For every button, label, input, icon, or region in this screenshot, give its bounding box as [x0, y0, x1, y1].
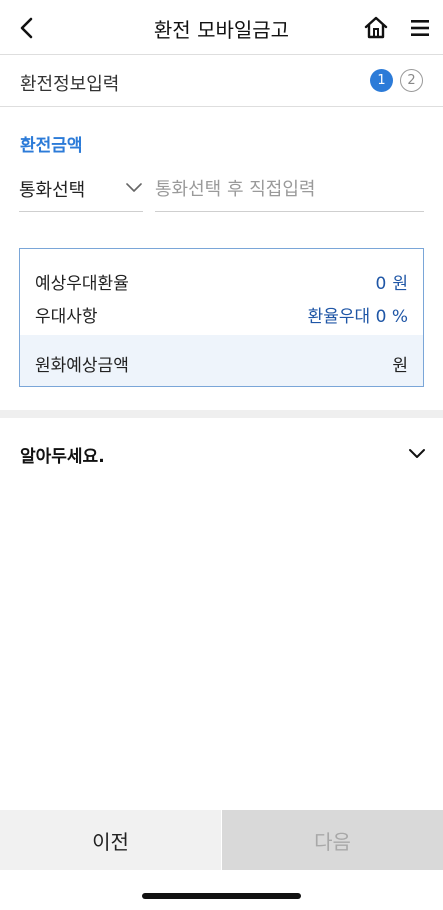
- amount-input[interactable]: [155, 167, 424, 212]
- expected-rate-unit: 원: [392, 274, 408, 294]
- exchange-summary-box: 예상우대환율 0원 우대사항 환율우대 0 % 원화예상금액 원: [19, 248, 424, 387]
- krw-estimate-unit: 원: [392, 356, 408, 376]
- expected-rate-value: 0원: [376, 269, 408, 294]
- chevron-down-icon: [125, 179, 143, 197]
- step-2-badge: 2: [400, 69, 423, 92]
- preference-number: 0: [375, 307, 387, 327]
- preference-label: 우대사항: [35, 307, 98, 327]
- section-divider: [0, 410, 443, 418]
- step-indicator-bar: 환전정보입력 1 2: [0, 55, 443, 107]
- krw-estimate-row: 원화예상금액 원: [20, 335, 423, 386]
- notice-title: 알아두세요.: [20, 447, 105, 467]
- step-1-badge: 1: [370, 69, 393, 92]
- chevron-down-icon: [407, 444, 427, 464]
- back-icon[interactable]: [14, 14, 42, 42]
- expected-rate-label: 예상우대환율: [35, 274, 129, 294]
- home-icon[interactable]: [362, 14, 390, 42]
- preference-prefix: 환율우대: [307, 307, 371, 327]
- preference-unit: %: [391, 307, 408, 327]
- currency-select[interactable]: 통화선택: [19, 167, 143, 212]
- next-button[interactable]: 다음: [222, 810, 443, 870]
- notice-accordion[interactable]: 알아두세요.: [0, 418, 443, 488]
- krw-estimate-value: 원: [392, 351, 408, 376]
- hamburger-menu-icon[interactable]: [406, 14, 434, 42]
- app-header: 환전 모바일금고: [0, 0, 443, 55]
- currency-select-value: 통화선택: [19, 180, 86, 201]
- preference-value: 환율우대 0 %: [308, 302, 408, 327]
- step-title: 환전정보입력: [20, 74, 120, 95]
- bottom-action-bar: 이전 다음: [0, 810, 443, 870]
- home-indicator: [142, 893, 301, 899]
- exchange-amount-label: 환전금액: [20, 136, 83, 156]
- prev-button[interactable]: 이전: [0, 810, 221, 870]
- krw-estimate-label: 원화예상금액: [35, 356, 129, 376]
- expected-rate-number: 0: [375, 274, 387, 294]
